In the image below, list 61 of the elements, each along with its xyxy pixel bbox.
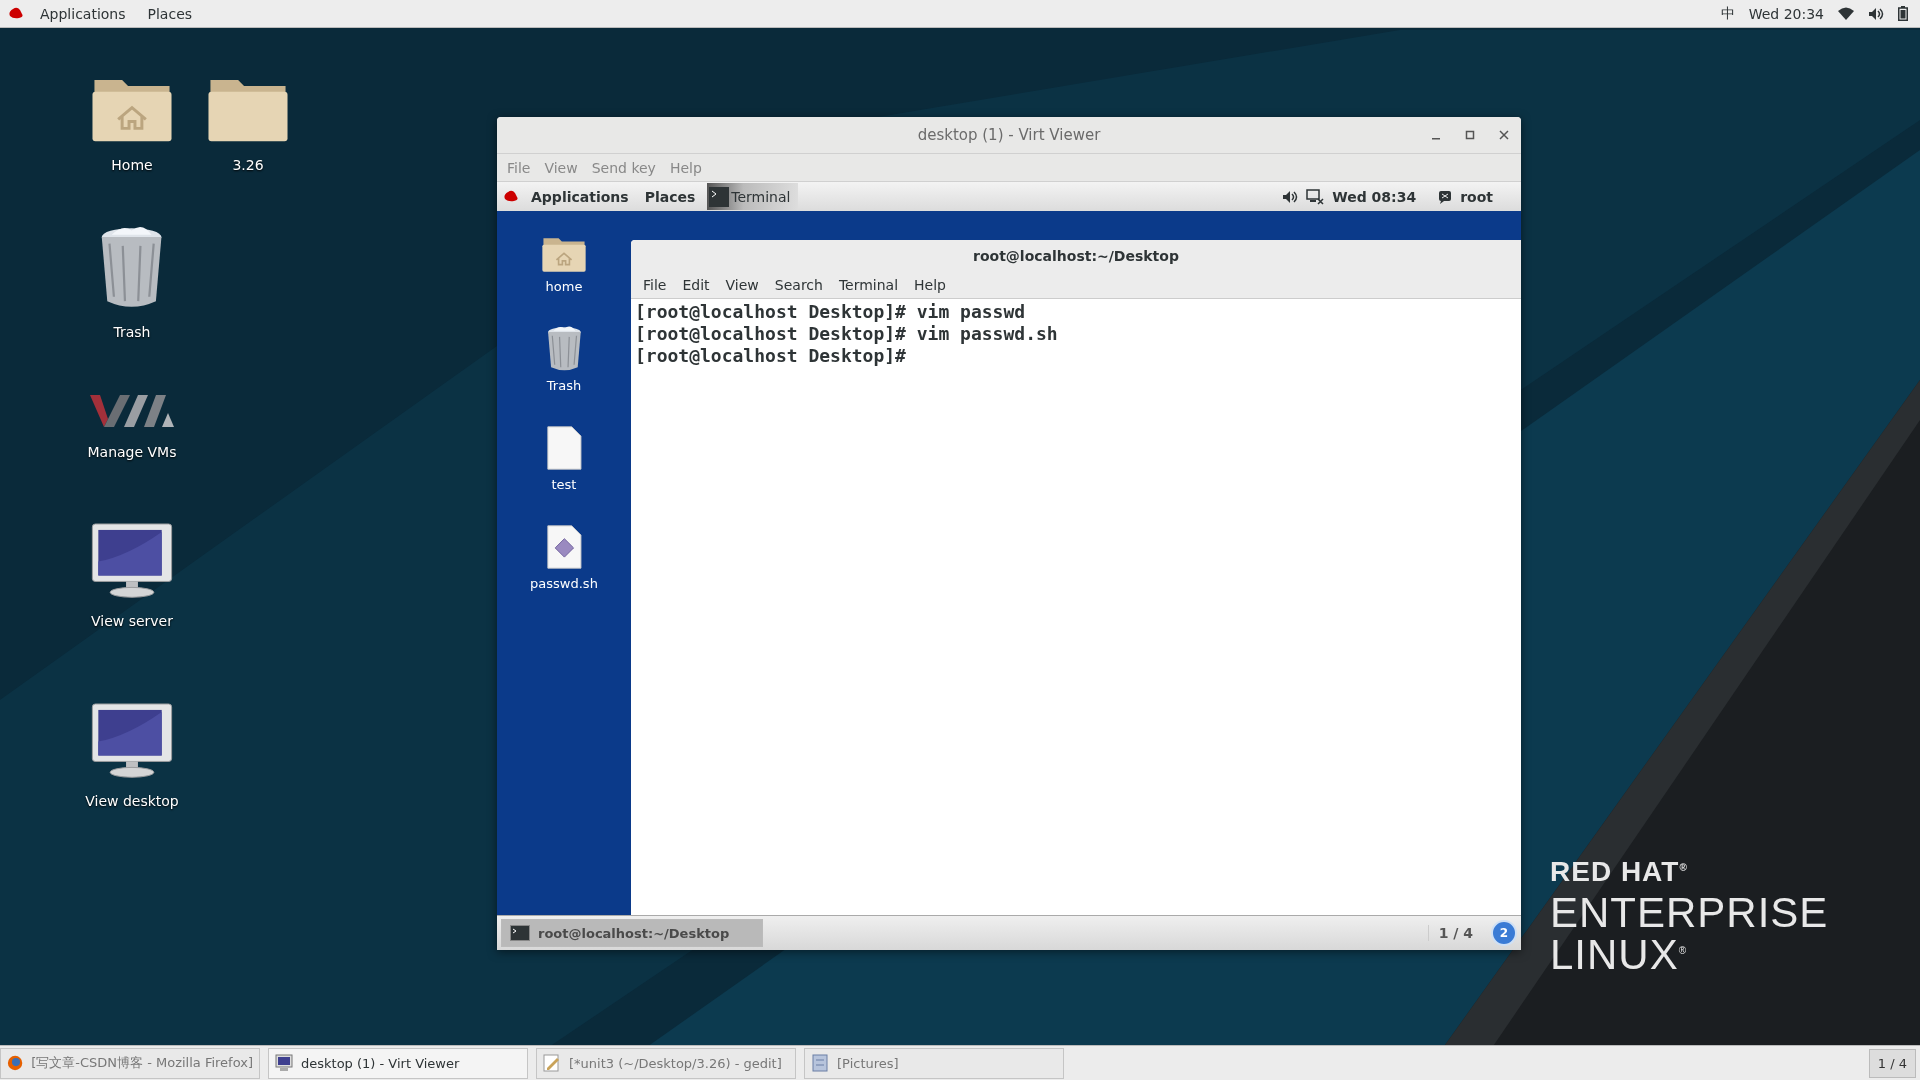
home-folder-icon (541, 236, 587, 273)
window-title: root@localhost:~/Desktop (973, 248, 1179, 264)
task-button[interactable]: root@localhost:~/Desktop (501, 919, 763, 947)
desktop-icon-label[interactable]: passwd.sh (530, 575, 598, 591)
menu-item[interactable]: Edit (674, 275, 718, 295)
terminal-line: [root@localhost Desktop]# vim passwd (635, 301, 1027, 323)
terminal-line: [root@localhost Desktop]# (635, 345, 907, 367)
top-bar-menu[interactable]: Applications (34, 3, 132, 24)
desktop-icon-label[interactable]: View server (91, 613, 173, 630)
top-bar-menu[interactable]: Applications (527, 186, 633, 207)
wifi-icon[interactable] (1838, 6, 1854, 21)
network-icon[interactable] (1306, 188, 1325, 205)
menu-item[interactable]: Search (766, 275, 831, 295)
maximize-icon[interactable] (1465, 130, 1475, 140)
terminal-icon (510, 925, 530, 941)
task-button[interactable]: Terminal (707, 183, 799, 210)
clock[interactable]: Wed 20:34 (1748, 5, 1824, 22)
monitor-icon (90, 702, 174, 780)
task-button[interactable]: desktop (1) - Virt Viewer (268, 1047, 528, 1079)
browser-icon (7, 1054, 24, 1072)
workspace-indicator[interactable]: 1 / 4 (1427, 925, 1483, 941)
terminal-icon (709, 186, 730, 207)
text-editor-icon (543, 1054, 561, 1072)
clock[interactable]: Wed 08:34 (1332, 188, 1417, 205)
desktop-icon-label[interactable]: home (545, 278, 583, 294)
logo-text: LINUX$^{®}$ (1550, 934, 1689, 976)
volume-icon[interactable] (1868, 6, 1884, 21)
terminal-line: [root@localhost Desktop]# vim passwd.sh (635, 323, 1059, 345)
desktop-icon-label[interactable]: Trash (113, 324, 151, 340)
file-icon (545, 424, 583, 471)
workspace-indicator[interactable]: 1 / 4 (1868, 1048, 1916, 1078)
desktop-icon-label[interactable]: test (551, 476, 577, 492)
user-name[interactable]: root (1460, 188, 1493, 205)
trash-icon (545, 325, 583, 372)
top-bar-menu[interactable]: Places (640, 186, 700, 207)
vm-logo-icon (90, 392, 174, 430)
monitor-icon (275, 1054, 293, 1072)
script-file-icon (545, 523, 583, 570)
task-button[interactable]: [Pictures] (804, 1047, 1064, 1079)
desktop-icon-label[interactable]: Trash (546, 377, 582, 393)
menu-item[interactable]: File (635, 275, 675, 295)
menu-item[interactable]: Help (906, 275, 954, 295)
logo-text: ENTERPRISE (1550, 892, 1829, 934)
battery-icon[interactable] (1898, 6, 1908, 21)
top-bar-menu[interactable]: Places (141, 3, 199, 24)
menu-item[interactable]: Terminal (830, 275, 907, 295)
volume-icon[interactable] (1282, 189, 1299, 204)
menu-item[interactable]: View (717, 275, 767, 295)
task-button[interactable]: [*unit3 (~/Desktop/3.26) - gedit] (536, 1047, 796, 1079)
desktop-icon-label[interactable]: Manage VMs (87, 443, 177, 460)
logo-text: RED HAT$^{®}$ (1550, 858, 1689, 886)
desktop-icon-label[interactable]: View desktop (85, 793, 179, 810)
task-button[interactable]: [写文章-CSDN博客 - Mozilla Firefox] (0, 1047, 260, 1079)
input-method-indicator[interactable]: 中 (1720, 4, 1735, 23)
window-title: desktop (1) - Virt Viewer (917, 126, 1101, 144)
notification-badge[interactable]: 2 (1491, 920, 1517, 946)
close-icon[interactable] (1499, 130, 1509, 140)
desktop-icon-label[interactable]: 3.26 (232, 157, 264, 174)
file-cabinet-icon (811, 1054, 829, 1072)
monitor-icon (90, 522, 174, 600)
desktop-icon-label[interactable]: Home (111, 157, 153, 174)
